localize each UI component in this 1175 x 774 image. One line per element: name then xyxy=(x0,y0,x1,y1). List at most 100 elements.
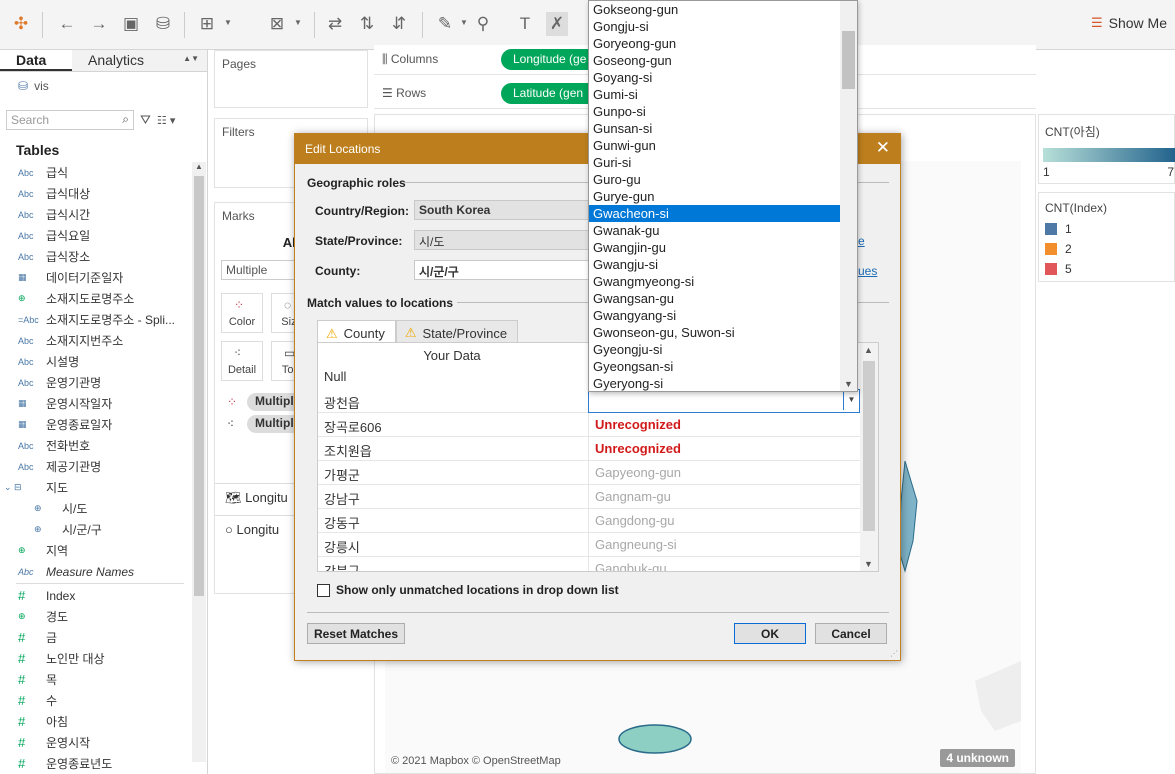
color-button[interactable]: ⁘ Color xyxy=(221,293,263,333)
close-icon[interactable]: ✕ xyxy=(876,138,890,158)
field-item[interactable]: ⌄ ⊟ 지도 xyxy=(0,477,192,498)
scrollbar-thumb[interactable] xyxy=(863,361,875,531)
field-item[interactable]: Abc 운영기관명 xyxy=(0,372,192,393)
dropdown-option[interactable]: Gwangyang-si xyxy=(589,307,857,324)
legend-cnt-index[interactable]: CNT(Index) 1 2 5 xyxy=(1038,192,1175,282)
field-item[interactable]: ⊕ 시/도 xyxy=(0,498,192,519)
dropdown-option[interactable]: Goyang-si xyxy=(589,69,857,86)
scroll-down-icon[interactable]: ▼ xyxy=(844,379,853,389)
chevron-down-icon[interactable]: ▼ xyxy=(843,390,859,410)
field-item[interactable]: Abc 시설명 xyxy=(0,351,192,372)
table-row[interactable]: 강북구 Gangbuk-gu xyxy=(318,557,860,571)
tab-data[interactable]: Data xyxy=(0,50,72,71)
dropdown-option[interactable]: Gwangsan-gu xyxy=(589,290,857,307)
matching-location-cell[interactable]: Gangnam-gu xyxy=(588,485,860,509)
matching-location-cell[interactable]: Unrecognized xyxy=(588,413,860,437)
field-item[interactable]: Abc 전화번호 xyxy=(0,435,192,456)
dropdown-option[interactable]: Gunwi-gun xyxy=(589,137,857,154)
field-item[interactable]: # 운영시작 xyxy=(0,732,192,753)
state-select[interactable]: 시/도 xyxy=(414,230,590,250)
scrollbar[interactable]: ▲ xyxy=(192,162,206,762)
table-row[interactable]: 강남구 Gangnam-gu xyxy=(318,485,860,509)
legend-item[interactable]: 1 xyxy=(1039,219,1174,239)
scrollbar[interactable]: ▲ ▼ xyxy=(860,343,878,571)
dropdown-option[interactable]: Gyeongsan-si xyxy=(589,358,857,375)
field-item[interactable]: Abc 급식대상 xyxy=(0,183,192,204)
show-unmatched-checkbox[interactable]: Show only unmatched locations in drop do… xyxy=(317,583,619,597)
field-item[interactable]: ⊕ 지역 xyxy=(0,540,192,561)
dropdown-option[interactable]: Goryeong-gun xyxy=(589,35,857,52)
dropdown-option[interactable]: Gyeongju-si xyxy=(589,341,857,358)
field-item[interactable]: =Abc 소재지도로명주소 - Spli... xyxy=(0,309,192,330)
search-input[interactable]: Search ⌕ xyxy=(6,110,134,130)
county-link[interactable]: ues xyxy=(858,264,877,278)
field-item[interactable]: Abc 급식요일 xyxy=(0,225,192,246)
field-item[interactable]: ⊕ 소재지도로명주소 xyxy=(0,288,192,309)
checkbox[interactable] xyxy=(317,583,330,597)
label-icon[interactable]: T xyxy=(514,12,536,36)
table-row[interactable]: 강동구 Gangdong-gu xyxy=(318,509,860,533)
table-row[interactable]: 조치원읍 Unrecognized xyxy=(318,437,860,461)
field-item[interactable]: # 금 xyxy=(0,627,192,648)
dropdown-option[interactable]: Gokseong-gun xyxy=(589,1,857,18)
dropdown-option[interactable]: Gyeryong-si xyxy=(589,375,857,391)
save-icon[interactable]: ▣ xyxy=(120,12,142,36)
legend-item[interactable]: 2 xyxy=(1039,239,1174,259)
resize-grip-icon[interactable]: ⋰ xyxy=(890,649,898,658)
pin-icon[interactable]: ✗ xyxy=(546,12,568,36)
chevron-down-icon[interactable]: ▼ xyxy=(294,18,302,27)
dropdown-option[interactable]: Gumi-si xyxy=(589,86,857,103)
scrollbar-thumb[interactable] xyxy=(194,176,204,596)
datasource-item[interactable]: ⛁ vis xyxy=(0,72,207,100)
field-item[interactable]: Abc 급식 xyxy=(0,162,192,183)
unknown-badge[interactable]: 4 unknown xyxy=(940,749,1015,767)
redo-icon[interactable]: → xyxy=(88,12,110,36)
dropdown-option[interactable]: Gwanak-gu xyxy=(589,222,857,239)
view-list-icon[interactable]: ☷ ▾ xyxy=(157,114,175,127)
field-item[interactable]: ▦ 운영시작일자 xyxy=(0,393,192,414)
legend-cnt-morning[interactable]: CNT(아침) 1 7 xyxy=(1038,114,1175,184)
dropdown-option[interactable]: Gwangju-si xyxy=(589,256,857,273)
dropdown-option[interactable]: Gunsan-si xyxy=(589,120,857,137)
field-item[interactable]: ⊕ 시/군/구 xyxy=(0,519,192,540)
dropdown-option[interactable]: Gunpo-si xyxy=(589,103,857,120)
clear-sheet-icon[interactable]: ⊠ xyxy=(266,12,288,36)
chevron-down-icon[interactable]: ▼ xyxy=(460,18,468,27)
field-item[interactable]: ⊕ 경도 xyxy=(0,606,192,627)
field-item[interactable]: Abc 급식시간 xyxy=(0,204,192,225)
state-link[interactable]: e xyxy=(858,234,865,248)
location-dropdown-list[interactable]: Gokseong-gun Gongju-si Goryeong-gun Goseong… xyxy=(588,0,858,392)
country-select[interactable]: South Korea xyxy=(414,200,590,220)
pages-shelf[interactable]: Pages xyxy=(214,50,368,108)
dropdown-option[interactable]: Gwonseon-gu, Suwon-si xyxy=(589,324,857,341)
field-item[interactable]: Abc 급식장소 xyxy=(0,246,192,267)
county-select[interactable]: 시/군/구 xyxy=(414,260,590,280)
scrollbar[interactable]: ▼ xyxy=(840,1,857,391)
ok-button[interactable]: OK xyxy=(734,623,806,644)
highlight-icon[interactable]: ✎ xyxy=(434,12,456,36)
dropdown-option[interactable]: Goseong-gun xyxy=(589,52,857,69)
filter-icon[interactable]: ⛛ xyxy=(140,112,151,128)
field-item[interactable]: # 목 xyxy=(0,669,192,690)
matching-location-cell[interactable]: Unrecognized xyxy=(588,437,860,461)
field-item[interactable]: # 운영종료년도 xyxy=(0,753,192,774)
chevron-down-icon[interactable]: ▼ xyxy=(224,18,232,27)
swap-axes-icon[interactable]: ⇄ xyxy=(324,12,346,36)
field-item[interactable]: Abc 소재지지번주소 xyxy=(0,330,192,351)
detail-button[interactable]: ⁖ Detail xyxy=(221,341,263,381)
dropdown-option[interactable]: Gwangjin-gu xyxy=(589,239,857,256)
field-item[interactable]: Abc 제공기관명 xyxy=(0,456,192,477)
reset-matches-button[interactable]: Reset Matches xyxy=(307,623,405,644)
sort-ascending-icon[interactable]: ⇅ xyxy=(356,12,378,36)
dropdown-option[interactable]: Gurye-gun xyxy=(589,188,857,205)
tab-county[interactable]: ⚠ County xyxy=(317,320,396,343)
new-datasource-icon[interactable]: ⛁ xyxy=(152,12,174,36)
scroll-down-icon[interactable]: ▼ xyxy=(864,559,873,569)
field-item[interactable]: # 아침 xyxy=(0,711,192,732)
matching-location-cell[interactable]: Gangdong-gu xyxy=(588,509,860,533)
group-icon[interactable]: ⚲ xyxy=(472,12,494,36)
sort-descending-icon[interactable]: ⇵ xyxy=(388,12,410,36)
scroll-up-icon[interactable]: ▲ xyxy=(864,345,873,355)
matching-location-cell[interactable]: Gapyeong-gun xyxy=(588,461,860,485)
field-item[interactable]: # Index xyxy=(0,585,192,606)
